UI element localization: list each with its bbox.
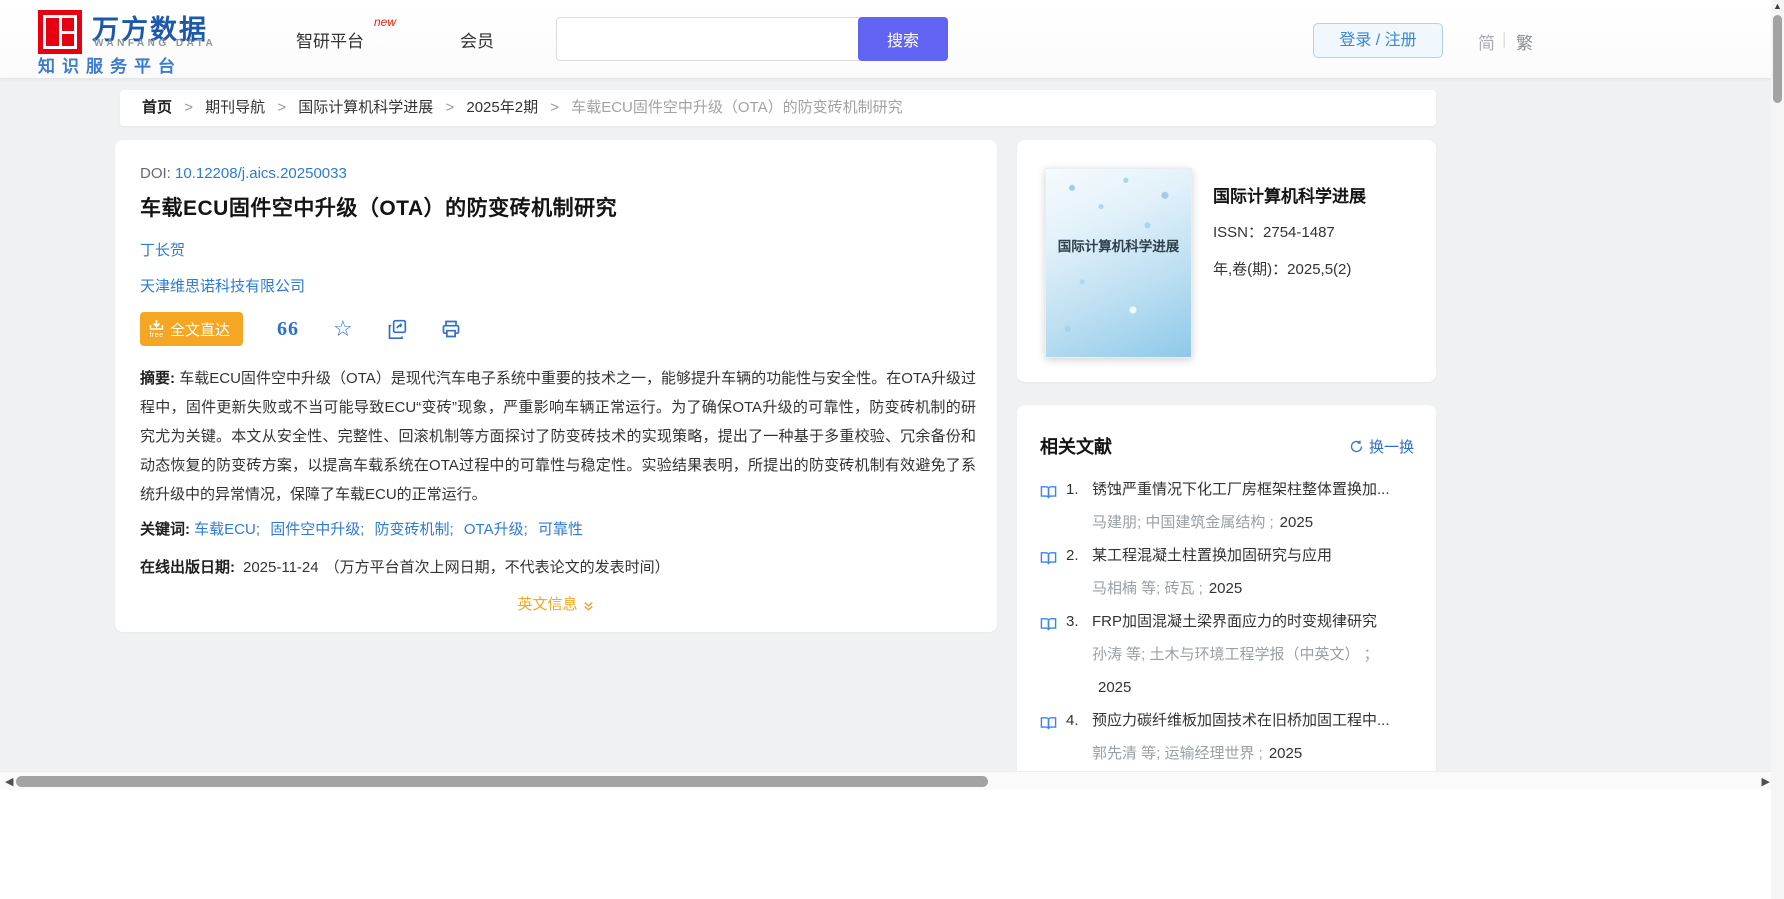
related-item: 3. FRP加固混凝土梁界面应力的时变规律研究 孙涛 等; 土木与环境工程学报（…	[1040, 605, 1415, 704]
breadcrumb-journal-nav[interactable]: 期刊导航	[205, 99, 265, 116]
journal-cover[interactable]: 国际计算机科学进展	[1045, 168, 1192, 358]
refresh-related-button[interactable]: 换一换	[1349, 436, 1414, 457]
article-card: DOI: 10.12208/j.aics.20250033 车载ECU固件空中升…	[115, 140, 997, 632]
keyword-link[interactable]: 防变砖机制;	[375, 521, 454, 538]
breadcrumb-journal[interactable]: 国际计算机科学进展	[298, 99, 433, 116]
related-item-number: 3.	[1066, 613, 1079, 630]
breadcrumb-issue[interactable]: 2025年2期	[466, 99, 538, 116]
refresh-icon	[1350, 440, 1363, 453]
book-icon	[1040, 480, 1057, 513]
english-info-toggle[interactable]: 英文信息	[115, 593, 997, 614]
scroll-up-arrow[interactable]: ▲	[1773, 1, 1782, 11]
favorite-star-icon[interactable]: ☆	[333, 318, 353, 340]
breadcrumb-separator: >	[445, 99, 455, 116]
scroll-left-arrow[interactable]: ◀	[5, 775, 13, 788]
download-free-icon: free	[149, 319, 164, 339]
pubdate-label: 在线出版日期:	[140, 559, 235, 576]
related-list: 1. 锈蚀严重情况下化工厂房框架柱整体置换加... 马建朋; 中国建筑金属结构 …	[1040, 473, 1415, 770]
pubdate-value: 2025-11-24	[243, 559, 319, 576]
related-item: 4. 预应力碳纤维板加固技术在旧桥加固工程中... 郭先清 等; 运输经理世界 …	[1040, 704, 1415, 770]
pubdate-note: （万方平台首次上网日期，不代表论文的发表时间）	[324, 559, 670, 576]
keyword-link[interactable]: 固件空中升级;	[270, 521, 364, 538]
horizontal-scrollbar-thumb[interactable]	[16, 776, 988, 787]
export-share-icon[interactable]	[387, 319, 407, 339]
doi-link[interactable]: 10.12208/j.aics.20250033	[175, 165, 347, 182]
book-icon	[1040, 546, 1057, 579]
article-title: 车载ECU固件空中升级（OTA）的防变砖机制研究	[140, 197, 618, 220]
scroll-right-arrow[interactable]: ▶	[1762, 775, 1770, 788]
journal-issn: ISSN：2754-1487	[1213, 224, 1335, 241]
related-item-number: 2.	[1066, 547, 1079, 564]
chevrons-down-icon	[583, 602, 593, 611]
logo-en-text: WANFANG DATA	[94, 38, 217, 49]
breadcrumb-separator: >	[184, 99, 193, 116]
vertical-scrollbar: ▲	[1771, 0, 1784, 899]
keyword-link[interactable]: 可靠性	[538, 521, 583, 538]
abstract-text: 车载ECU固件空中升级（OTA）是现代汽车电子系统中重要的技术之一，能够提升车辆…	[140, 370, 976, 503]
nav-zhiyan-platform[interactable]: 智研平台 new	[296, 15, 396, 52]
wanfang-logo[interactable]: 万方数据 WANFANG DATA 知识服务平台	[38, 8, 268, 76]
search-bar: 搜索	[556, 17, 948, 61]
related-item-meta: 马建朋; 中国建筑金属结构 ; 2025	[1092, 514, 1314, 531]
site-header: 万方数据 WANFANG DATA 知识服务平台 智研平台 new 会员 搜索 …	[0, 0, 1784, 78]
abstract: 摘要: 车载ECU固件空中升级（OTA）是现代汽车电子系统中重要的技术之一，能够…	[140, 364, 976, 509]
related-item-meta: 马相楠 等; 砖瓦 ; 2025	[1092, 580, 1243, 597]
keywords-row: 关键词: 车载ECU; 固件空中升级; 防变砖机制; OTA升级; 可靠性	[140, 518, 589, 539]
fulltext-label: 全文直达	[170, 321, 231, 339]
lang-divider: |	[1502, 29, 1507, 48]
related-item-meta: 孙涛 等; 土木与环境工程学报（中英文） ；2025	[1092, 646, 1379, 696]
new-badge: new	[373, 15, 396, 29]
fulltext-button[interactable]: free 全文直达	[140, 312, 244, 346]
online-pubdate-row: 在线出版日期: 2025-11-24 （万方平台首次上网日期，不代表论文的发表时间）	[140, 556, 670, 577]
logo-subtitle: 知识服务平台	[38, 57, 182, 76]
journal-name[interactable]: 国际计算机科学进展	[1213, 182, 1366, 207]
related-item-number: 1.	[1066, 481, 1079, 498]
related-item-number: 4.	[1066, 712, 1079, 729]
journal-volume: 年,卷(期)：2025,5(2)	[1213, 261, 1352, 278]
keyword-link[interactable]: OTA升级;	[464, 521, 528, 538]
breadcrumb: 首页 > 期刊导航 > 国际计算机科学进展 > 2025年2期 > 车载ECU固…	[120, 90, 1436, 126]
journal-cover-title: 国际计算机科学进展	[1057, 239, 1180, 254]
related-item-title[interactable]: 某工程混凝土柱置换加固研究与应用	[1092, 539, 1415, 572]
lang-simplified[interactable]: 简	[1478, 29, 1495, 54]
related-title: 相关文献	[1040, 437, 1112, 457]
lang-traditional[interactable]: 繁	[1516, 29, 1533, 54]
affiliation-link[interactable]: 天津维思诺科技有限公司	[140, 275, 305, 296]
related-item: 1. 锈蚀严重情况下化工厂房框架柱整体置换加... 马建朋; 中国建筑金属结构 …	[1040, 473, 1415, 539]
book-icon	[1040, 711, 1057, 744]
wanfang-logo-icon	[38, 10, 82, 54]
related-item-title[interactable]: 预应力碳纤维板加固技术在旧桥加固工程中...	[1092, 704, 1415, 737]
search-input[interactable]	[556, 17, 860, 61]
nav-member[interactable]: 会员	[460, 27, 494, 52]
keyword-link[interactable]: 车载ECU;	[194, 521, 260, 538]
related-item-meta: 郭先清 等; 运输经理世界 ; 2025	[1092, 745, 1303, 762]
breadcrumb-current: 车载ECU固件空中升级（OTA）的防变砖机制研究	[571, 99, 903, 116]
doi-row: DOI: 10.12208/j.aics.20250033	[140, 165, 347, 182]
related-item-title[interactable]: FRP加固混凝土梁界面应力的时变规律研究	[1092, 605, 1415, 638]
horizontal-scrollbar: ◀ ▶	[0, 771, 1784, 790]
breadcrumb-separator: >	[277, 99, 287, 116]
action-toolbar: free 全文直达 66 ☆	[140, 312, 461, 346]
breadcrumb-separator: >	[550, 99, 560, 116]
wanfang-article-page: 万方数据 WANFANG DATA 知识服务平台 智研平台 new 会员 搜索 …	[0, 0, 1784, 899]
author-link[interactable]: 丁长贺	[140, 239, 185, 260]
related-literature-card: 相关文献 换一换 1. 锈蚀严重情况下化工厂房框架柱整体置换加... 马建朋; …	[1017, 405, 1436, 771]
vertical-scrollbar-thumb[interactable]	[1773, 15, 1782, 103]
related-item: 2. 某工程混凝土柱置换加固研究与应用 马相楠 等; 砖瓦 ; 2025	[1040, 539, 1415, 605]
login-register-button[interactable]: 登录 / 注册	[1313, 23, 1443, 58]
doi-label: DOI:	[140, 165, 171, 182]
book-icon	[1040, 612, 1057, 645]
abstract-label: 摘要:	[140, 370, 176, 387]
print-icon[interactable]	[441, 319, 461, 339]
journal-card: 国际计算机科学进展 国际计算机科学进展 ISSN：2754-1487 年,卷(期…	[1017, 140, 1436, 382]
cite-icon[interactable]: 66	[277, 318, 299, 341]
keywords-label: 关键词:	[140, 521, 190, 538]
breadcrumb-home[interactable]: 首页	[142, 99, 172, 116]
search-button[interactable]: 搜索	[858, 17, 948, 61]
related-item-title[interactable]: 锈蚀严重情况下化工厂房框架柱整体置换加...	[1092, 473, 1415, 506]
